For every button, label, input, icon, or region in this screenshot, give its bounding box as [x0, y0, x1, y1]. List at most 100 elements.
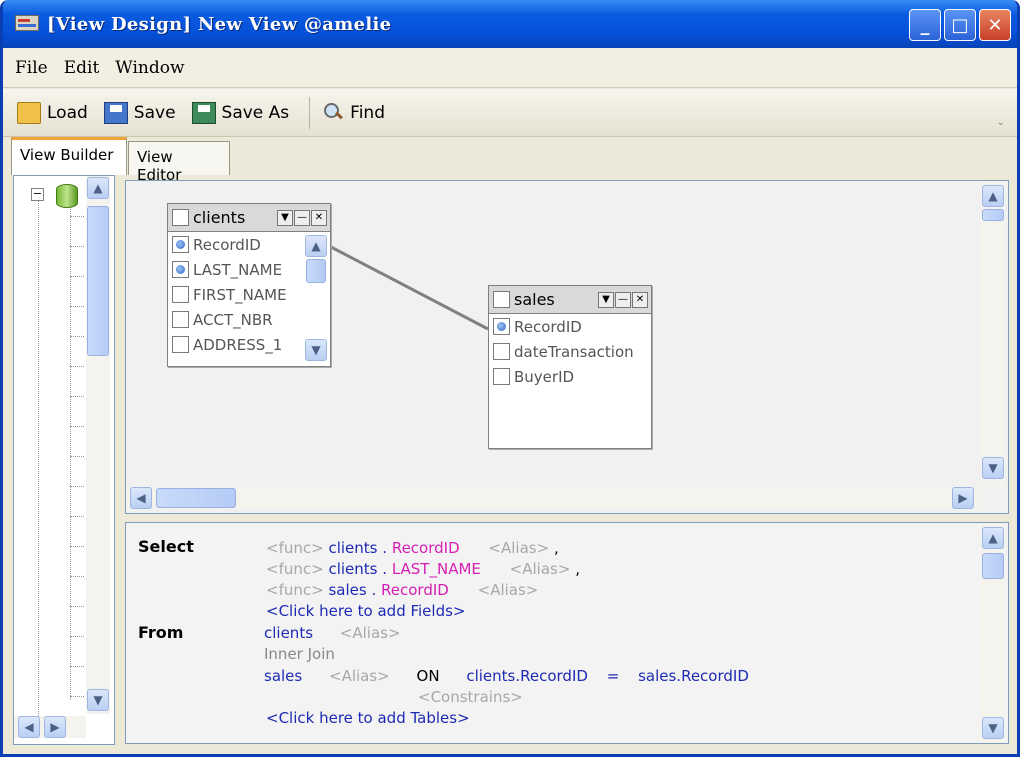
table-name[interactable]: clients [264, 624, 313, 642]
select-all-checkbox[interactable] [172, 209, 189, 226]
field-table[interactable]: sales [328, 581, 366, 599]
scroll-up-icon[interactable]: ▲ [87, 177, 109, 199]
toolbar-overflow-icon[interactable]: ⌄ [997, 117, 1005, 128]
equals-operator[interactable]: = [607, 667, 620, 685]
design-canvas[interactable]: clients ▼ — ✕ RecordID LAST_NAME FIRST_N… [125, 180, 1009, 514]
dropdown-icon[interactable]: ▼ [277, 209, 293, 226]
add-tables-link[interactable]: <Click here to add Tables> [266, 709, 470, 727]
find-button[interactable]: Find [322, 102, 385, 124]
scroll-up-icon[interactable]: ▲ [982, 185, 1004, 207]
minimize-icon[interactable]: — [615, 291, 631, 308]
canvas-horizontal-scrollbar[interactable]: ◀ ▶ [126, 487, 982, 509]
table-clients[interactable]: clients ▼ — ✕ RecordID LAST_NAME FIRST_N… [167, 203, 331, 367]
tab-view-editor[interactable]: View Editor [128, 141, 230, 184]
save-as-icon [191, 101, 216, 124]
alias-placeholder[interactable]: <Alias> [329, 667, 390, 685]
from-table[interactable]: clients <Alias> [264, 624, 401, 642]
app-window: [View Design] New View @amelie _ □ ✕ Fil… [0, 0, 1020, 757]
scroll-thumb[interactable] [156, 488, 236, 508]
close-icon[interactable]: ✕ [632, 291, 648, 308]
join-type[interactable]: Inner Join [264, 645, 335, 663]
scroll-thumb[interactable] [306, 259, 326, 283]
close-icon[interactable]: ✕ [311, 209, 327, 226]
field-table[interactable]: clients [328, 539, 377, 557]
scroll-left-icon[interactable]: ◀ [130, 487, 152, 509]
field-checkbox[interactable] [172, 261, 189, 278]
field-checkbox[interactable] [172, 286, 189, 303]
field-name[interactable]: RecordID [392, 539, 460, 557]
table-header[interactable]: clients ▼ — ✕ [168, 204, 330, 232]
field-checkbox[interactable] [172, 236, 189, 253]
field-label: RecordID [193, 235, 261, 254]
table-sales[interactable]: sales ▼ — ✕ RecordID dateTransaction Buy… [488, 285, 652, 449]
alias-placeholder[interactable]: <Alias> [478, 581, 539, 599]
field-checkbox[interactable] [172, 311, 189, 328]
scroll-down-icon[interactable]: ▼ [982, 717, 1004, 739]
field-checkbox[interactable] [493, 368, 510, 385]
database-icon [56, 184, 78, 208]
scroll-left-icon[interactable]: ◀ [18, 716, 40, 738]
constrains-placeholder[interactable]: <Constrains> [418, 688, 523, 706]
table-scrollbar[interactable]: ▲ ▼ [305, 233, 329, 366]
canvas-vertical-scrollbar[interactable]: ▲ ▼ [981, 181, 1005, 487]
scroll-right-icon[interactable]: ▶ [952, 487, 974, 509]
field-row[interactable]: RecordID [489, 314, 651, 339]
object-tree[interactable]: − ▲ ▼ ◀ ▶ [13, 175, 115, 745]
scroll-down-icon[interactable]: ▼ [305, 339, 327, 361]
func-placeholder[interactable]: <func> [266, 581, 324, 599]
field-table[interactable]: clients [328, 560, 377, 578]
table-name: sales [514, 290, 555, 309]
field-name[interactable]: LAST_NAME [392, 560, 481, 578]
scroll-thumb[interactable] [982, 209, 1004, 221]
load-button[interactable]: Load [17, 101, 88, 124]
func-placeholder[interactable]: <func> [266, 560, 324, 578]
field-checkbox[interactable] [493, 318, 510, 335]
collapse-icon[interactable]: − [31, 188, 44, 201]
select-all-checkbox[interactable] [493, 291, 510, 308]
join-table[interactable]: sales [264, 667, 302, 685]
sql-builder-pane[interactable]: Select <func> clients . RecordID <Alias>… [125, 522, 1009, 744]
scroll-thumb[interactable] [87, 206, 109, 356]
field-checkbox[interactable] [493, 343, 510, 360]
tab-view-builder[interactable]: View Builder [11, 137, 127, 175]
save-button[interactable]: Save [103, 101, 176, 124]
menu-window[interactable]: Window [115, 58, 184, 78]
scroll-down-icon[interactable]: ▼ [87, 689, 109, 711]
select-field-2[interactable]: <func> clients . LAST_NAME <Alias> , [266, 560, 580, 578]
sql-vertical-scrollbar[interactable]: ▲ ▼ [981, 523, 1005, 743]
select-field-3[interactable]: <func> sales . RecordID <Alias> [266, 581, 538, 599]
field-name[interactable]: RecordID [381, 581, 449, 599]
alias-placeholder[interactable]: <Alias> [488, 539, 549, 557]
field-checkbox[interactable] [172, 336, 189, 353]
save-as-button[interactable]: Save As [191, 101, 289, 124]
scroll-up-icon[interactable]: ▲ [982, 527, 1004, 549]
table-header[interactable]: sales ▼ — ✕ [489, 286, 651, 314]
alias-placeholder[interactable]: <Alias> [340, 624, 401, 642]
field-row[interactable]: dateTransaction [489, 339, 651, 364]
tree-vertical-scrollbar[interactable]: ▲ ▼ [86, 176, 110, 714]
title-bar[interactable]: [View Design] New View @amelie _ □ ✕ [3, 0, 1017, 48]
close-button[interactable]: ✕ [979, 9, 1011, 41]
field-row[interactable]: BuyerID [489, 364, 651, 389]
on-right-field[interactable]: sales.RecordID [638, 667, 749, 685]
tree-horizontal-scrollbar[interactable]: ◀ ▶ [14, 716, 86, 738]
find-label: Find [350, 102, 385, 123]
alias-placeholder[interactable]: <Alias> [510, 560, 571, 578]
on-left-field[interactable]: clients.RecordID [466, 667, 588, 685]
scroll-down-icon[interactable]: ▼ [982, 457, 1004, 479]
join-clause[interactable]: sales <Alias> ON clients.RecordID = sale… [264, 667, 749, 685]
minimize-icon[interactable]: — [294, 209, 310, 226]
menu-file[interactable]: File [15, 58, 48, 78]
select-field-1[interactable]: <func> clients . RecordID <Alias> , [266, 539, 559, 557]
folder-icon [17, 101, 41, 124]
scroll-up-icon[interactable]: ▲ [305, 235, 327, 257]
scroll-thumb[interactable] [982, 553, 1004, 579]
dropdown-icon[interactable]: ▼ [598, 291, 614, 308]
func-placeholder[interactable]: <func> [266, 539, 324, 557]
add-fields-link[interactable]: <Click here to add Fields> [266, 602, 465, 620]
menu-edit[interactable]: Edit [64, 58, 100, 78]
minimize-button[interactable]: _ [909, 9, 941, 41]
scroll-right-icon[interactable]: ▶ [44, 716, 66, 738]
comma: , [553, 539, 559, 557]
maximize-button[interactable]: □ [944, 9, 976, 41]
